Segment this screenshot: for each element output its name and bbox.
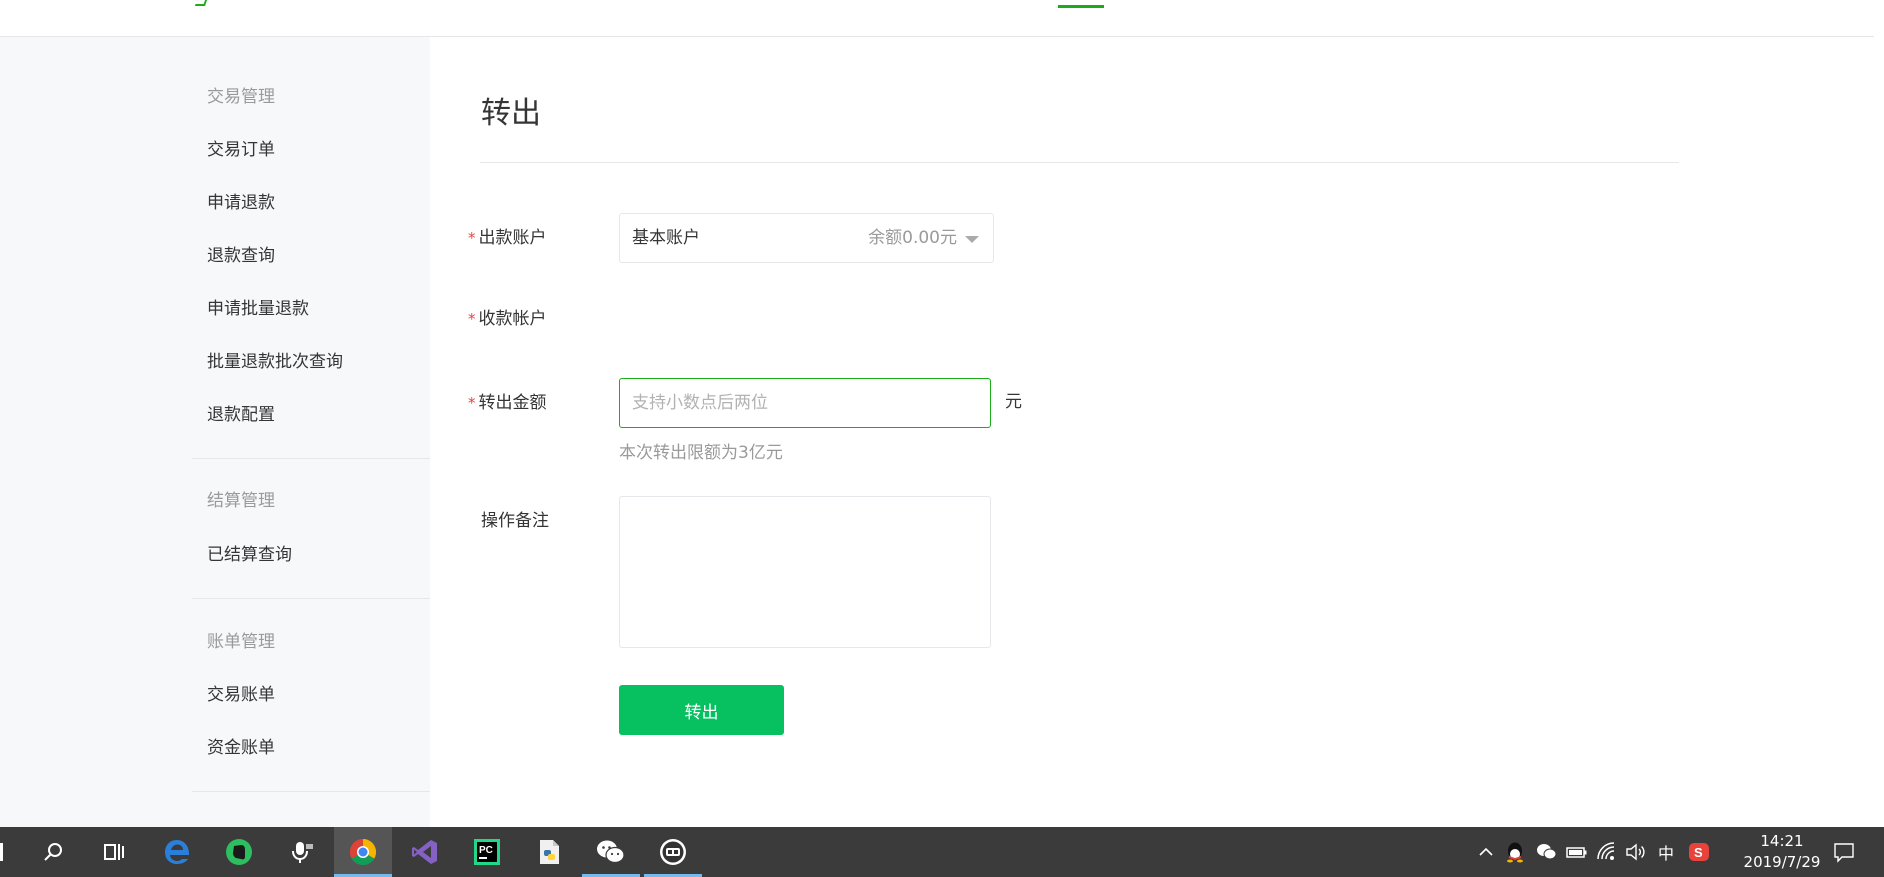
account-balance: 余额0.00元 [868,228,957,248]
pycharm-badge: PC [479,845,493,856]
sidebar-item-batch-refund[interactable]: 申请批量退款 [207,297,309,321]
taskbar-app-pycharm[interactable]: PC [458,827,516,877]
edge-icon [165,840,190,864]
evernote-icon [226,839,252,865]
page-scrollbar[interactable] [1874,0,1884,827]
taskbar-app-edge[interactable] [148,827,206,877]
wechat-icon [597,840,625,864]
payer-account-label: * 出款账户 [468,226,547,250]
sogou-icon-letter: S [1694,845,1703,860]
windows-taskbar: PC 中 S 14:21 2019/7/29 [0,827,1884,877]
active-nav-underline [1058,5,1104,8]
tray-wechat[interactable] [1535,840,1559,864]
start-button-edge[interactable] [0,843,3,861]
taskbar-app-python-file[interactable] [520,827,578,877]
qq-icon [1507,842,1523,863]
wifi-icon [1597,842,1615,860]
required-mark: * [468,310,476,328]
tray-action-center[interactable] [1832,840,1856,864]
required-mark: * [468,229,476,247]
payer-account-select[interactable]: 基本账户 余额0.00元 [619,213,994,263]
game-client-icon [660,839,686,865]
sidebar-item-settled-query[interactable]: 已结算查询 [207,543,292,567]
tray-battery[interactable] [1565,840,1589,864]
sidebar-item-refund-query[interactable]: 退款查询 [207,244,275,268]
pycharm-icon: PC [474,839,500,865]
sidebar-group-title-bill: 账单管理 [207,632,275,652]
taskbar-app-chrome[interactable] [334,827,392,877]
amount-label-text: 转出金额 [478,393,547,413]
visual-studio-icon [412,840,437,864]
remark-textarea[interactable] [619,496,991,648]
sidebar-item-trade-bill[interactable]: 交易账单 [207,683,275,707]
taskbar-app-evernote[interactable] [210,827,268,877]
speaker-icon [1626,843,1645,861]
sidebar-divider [192,458,430,459]
clock-time[interactable]: 14:21 [1744,831,1820,851]
tray-ime-indicator[interactable]: 中 [1654,840,1678,864]
transfer-out-button[interactable]: 转出 [619,685,784,735]
notification-icon [1834,843,1854,863]
sidebar-group-title-trade: 交易管理 [207,87,275,107]
page-title: 转出 [481,96,541,131]
top-header [0,0,1884,37]
chrome-icon [349,838,377,866]
sidebar-divider [192,598,430,599]
tray-overflow-button[interactable] [1474,840,1498,864]
chevron-up-icon [1479,847,1493,856]
battery-icon [1566,847,1587,858]
payee-account-label-text: 收款帐户 [478,309,547,329]
taskbar-task-view[interactable] [85,827,143,877]
app-window: 交易管理 交易订单 申请退款 退款查询 申请批量退款 批量退款批次查询 退款配置… [0,0,1884,877]
python-file-icon [540,840,559,864]
payee-account-label: * 收款帐户 [468,307,547,331]
voice-assistant-icon [292,842,313,863]
search-icon [44,843,62,861]
taskbar-app-voice[interactable] [273,827,331,877]
wechat-tray-icon [1537,844,1557,860]
amount-unit: 元 [1005,392,1022,412]
amount-limit-tip: 本次转出限额为3亿元 [619,443,783,463]
sidebar-item-apply-refund[interactable]: 申请退款 [207,191,275,215]
tray-volume[interactable] [1624,840,1648,864]
sidebar-group-title-settlement: 结算管理 [207,491,275,511]
task-view-icon [104,844,124,860]
taskbar-search[interactable] [24,827,82,877]
amount-input[interactable] [619,378,991,428]
clock-date[interactable]: 2019/7/29 [1730,852,1834,872]
selected-account-name: 基本账户 [632,228,700,248]
payer-account-label-text: 出款账户 [478,228,547,248]
sidebar-item-fund-bill[interactable]: 资金账单 [207,736,275,760]
tray-qq[interactable] [1503,840,1527,864]
required-mark: * [468,394,476,412]
logo-fragment [194,0,208,6]
remark-label: 操作备注 [481,511,549,531]
chevron-down-icon [965,236,979,243]
tray-sogou[interactable]: S [1687,840,1711,864]
tray-network[interactable] [1595,840,1619,864]
sidebar-item-refund-config[interactable]: 退款配置 [207,403,275,427]
sidebar-item-batch-refund-query[interactable]: 批量退款批次查询 [207,350,343,374]
amount-label: * 转出金额 [468,391,547,415]
sogou-ime-icon: S [1689,843,1709,861]
title-divider [480,162,1679,163]
sidebar-item-trade-orders[interactable]: 交易订单 [207,138,275,162]
sidebar-divider [192,791,430,792]
taskbar-app-game-client[interactable] [644,827,702,877]
taskbar-app-visual-studio[interactable] [396,827,454,877]
taskbar-app-wechat[interactable] [582,827,640,877]
